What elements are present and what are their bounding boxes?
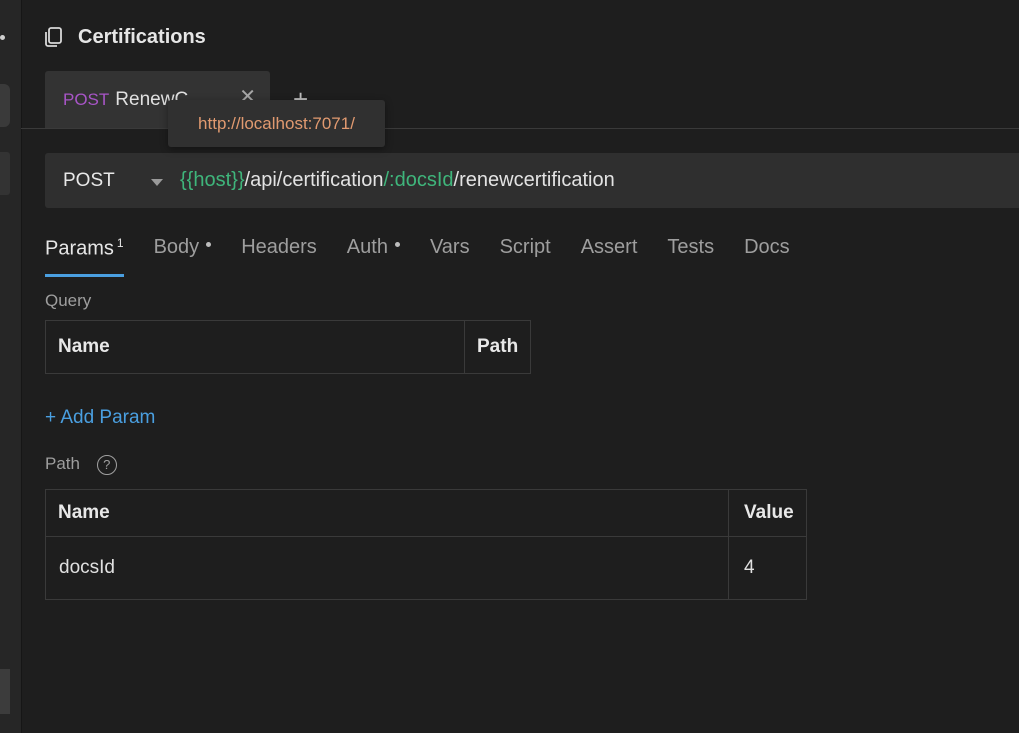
add-param-button[interactable]: + Add Param: [45, 407, 155, 429]
column-header-value: Value: [728, 489, 807, 537]
tab-headers[interactable]: Headers: [241, 236, 317, 276]
modified-dot-icon: [206, 242, 212, 247]
column-header-path: Path: [463, 320, 532, 374]
tab-tests[interactable]: Tests: [667, 236, 714, 276]
tab-auth-label: Auth: [346, 236, 388, 258]
path-section-title: Path: [45, 454, 80, 473]
url-path-segment: /renewcertification: [453, 169, 615, 191]
tab-docs-label: Docs: [744, 236, 790, 258]
tab-headers-label: Headers: [241, 236, 317, 258]
app-window: Certifications POST RenewC ✕ + http://lo…: [0, 0, 1019, 733]
tab-auth[interactable]: Auth: [347, 236, 400, 276]
tab-script[interactable]: Script: [500, 236, 551, 276]
copy-icon: [42, 26, 64, 48]
sidebar-item[interactable]: [0, 669, 10, 714]
tab-vars[interactable]: Vars: [430, 236, 470, 276]
query-params-table: Name Path: [45, 320, 532, 374]
column-header-name: Name: [45, 489, 729, 537]
url-host-variable: {{host}}: [180, 169, 245, 191]
tab-body[interactable]: Body: [154, 236, 212, 276]
table-row: docsId 4: [45, 536, 807, 600]
url-input[interactable]: {{host}}/api/certification/:docsId/renew…: [180, 169, 615, 192]
tab-docs[interactable]: Docs: [744, 236, 790, 276]
help-icon[interactable]: ?: [96, 454, 117, 475]
sidebar-item[interactable]: [0, 152, 10, 195]
sidebar-item[interactable]: [0, 84, 10, 127]
query-section-label: Query: [45, 291, 92, 310]
path-param-name: docsId: [45, 536, 729, 600]
path-params-table: Name Value docsId 4: [45, 489, 807, 600]
chevron-down-icon[interactable]: [151, 178, 163, 186]
request-section-tabs: Params 1 Body Headers Auth Vars Script As…: [45, 236, 1019, 278]
page-header: Certifications: [42, 22, 206, 52]
host-tooltip: http://localhost:7071/: [168, 100, 385, 147]
tab-body-label: Body: [153, 236, 200, 258]
tab-script-label: Script: [499, 236, 551, 258]
tab-vars-label: Vars: [429, 236, 470, 258]
sidebar-dot: [0, 35, 5, 40]
tab-assert[interactable]: Assert: [581, 236, 638, 276]
sidebar-collapsed: [0, 0, 22, 733]
tab-params-label: Params: [45, 237, 114, 260]
params-count-badge: 1: [116, 236, 124, 250]
tab-assert-label: Assert: [580, 236, 638, 258]
path-param-value-input[interactable]: 4: [728, 536, 807, 600]
request-tab-method: POST: [63, 89, 110, 109]
url-path-segment: /api/certification: [244, 169, 384, 191]
tab-tests-label: Tests: [667, 236, 715, 258]
modified-dot-icon: [394, 242, 400, 247]
method-select[interactable]: POST: [63, 170, 133, 192]
path-section-label: Path ?: [45, 454, 117, 475]
url-path-param: /:docsId: [383, 169, 454, 191]
page-title: Certifications: [78, 25, 206, 48]
column-header-name: Name: [45, 320, 465, 374]
table-header-row: Name Path: [45, 320, 532, 374]
table-header-row: Name Value: [45, 489, 807, 537]
url-bar[interactable]: POST {{host}}/api/certification/:docsId/…: [45, 153, 1019, 208]
tab-params[interactable]: Params 1: [45, 236, 124, 277]
